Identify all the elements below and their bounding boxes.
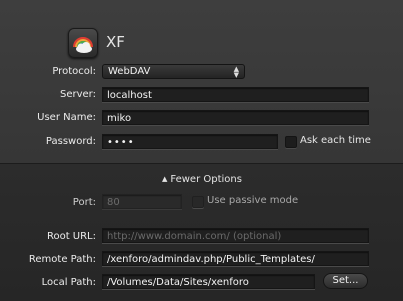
server-label: Server:	[60, 89, 96, 100]
ask-each-time-label: Ask each time	[300, 135, 371, 146]
local-path-input[interactable]: /Volumes/Data/Sites/xenforo	[102, 274, 315, 289]
password-input[interactable]: ••••	[102, 134, 278, 149]
triangle-up-icon: ▲	[162, 175, 168, 183]
remote-path-input[interactable]: /xenforo/admindav.php/Public_Templates/	[102, 251, 369, 266]
server-input[interactable]: localhost	[102, 87, 369, 102]
root-url-label: Root URL:	[46, 231, 96, 242]
fewer-options-toggle[interactable]: ▲ Fewer Options	[162, 174, 242, 185]
port-input[interactable]: 80	[102, 194, 182, 209]
port-label: Port:	[72, 197, 96, 208]
protocol-value: WebDAV	[108, 66, 151, 77]
remote-path-label: Remote Path:	[28, 254, 96, 265]
protocol-select[interactable]: WebDAV ▲ ▼	[102, 64, 245, 79]
username-input[interactable]: miko	[102, 110, 369, 125]
up-down-arrows-icon: ▲ ▼	[233, 65, 239, 79]
set-local-path-button[interactable]: Set...	[323, 273, 368, 289]
passive-mode-label: Use passive mode	[207, 195, 299, 206]
username-label: User Name:	[37, 112, 96, 123]
root-url-input[interactable]: http://www.domain.com/ (optional)	[102, 228, 369, 243]
site-name: XF	[106, 33, 125, 51]
ask-each-time-checkbox[interactable]	[285, 136, 297, 148]
site-icon[interactable]	[68, 28, 98, 58]
protocol-label: Protocol:	[52, 66, 96, 77]
rainbow-cloud-icon	[73, 37, 93, 53]
passive-mode-checkbox[interactable]	[192, 196, 204, 208]
fewer-options-label: Fewer Options	[170, 174, 242, 185]
password-label: Password:	[45, 136, 96, 147]
local-path-label: Local Path:	[41, 277, 96, 288]
